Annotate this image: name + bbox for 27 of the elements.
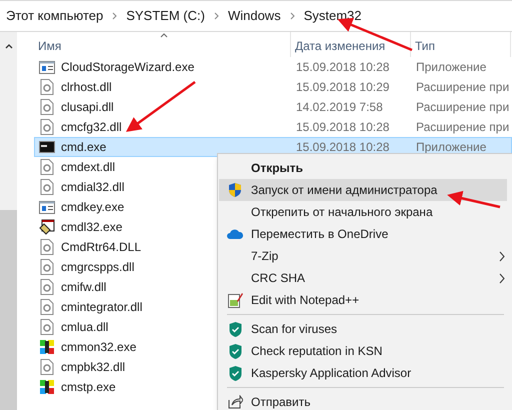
type-cell-text: Расширение при <box>415 119 510 136</box>
file-name: cmintegrator.dll <box>61 299 142 316</box>
file-name: cmmon32.exe <box>61 339 136 356</box>
type-cell-text: Расширение при <box>415 99 510 116</box>
date-cell-text: 15.09.2018 10:28 <box>295 119 390 136</box>
file-name: cmd.exe <box>61 139 106 156</box>
type-cell-text: Приложение <box>415 59 486 76</box>
file-name: cmdext.dll <box>61 159 116 176</box>
file-name: cmlua.dll <box>61 319 108 336</box>
file-name: cmdl32.exe <box>61 219 122 236</box>
file-name: cmifw.dll <box>61 279 106 296</box>
file-name: cmdial32.dll <box>61 179 124 196</box>
file-name: CloudStorageWizard.exe <box>61 59 194 76</box>
date-cell-text: 15.09.2018 10:28 <box>295 59 390 76</box>
file-name: CmdRtr64.DLL <box>61 239 142 256</box>
file-name: cmcfg32.dll <box>61 119 122 136</box>
file-name: clusapi.dll <box>61 99 114 116</box>
file-name: cmdkey.exe <box>61 199 124 216</box>
type-cell-text: Приложение <box>415 139 486 156</box>
type-cell-text: Расширение при <box>415 79 510 96</box>
date-cell-text: 15.09.2018 10:28 <box>295 139 390 156</box>
file-name: clrhost.dll <box>61 79 112 96</box>
date-cell-text: 15.09.2018 10:29 <box>295 79 390 96</box>
file-name: cmstp.exe <box>61 379 116 396</box>
date-cell-text: 14.02.2019 7:58 <box>295 99 384 116</box>
file-name: cmgrcspps.dll <box>61 259 134 276</box>
file-name: cmpbk32.dll <box>61 359 126 376</box>
